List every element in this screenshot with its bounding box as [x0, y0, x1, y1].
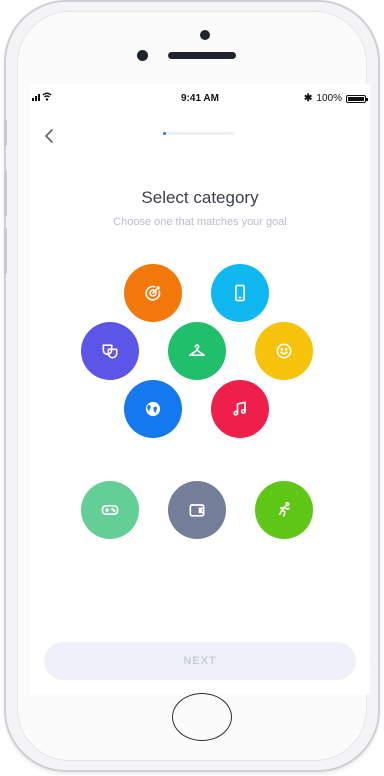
- smiley-icon: [276, 343, 292, 359]
- volume-up-button: [4, 170, 7, 216]
- category-sports[interactable]: [255, 481, 313, 539]
- wallet-icon: [189, 504, 205, 517]
- category-theater[interactable]: [81, 322, 139, 380]
- home-button[interactable]: [172, 693, 232, 741]
- music-icon: [233, 401, 246, 416]
- mute-switch: [4, 120, 7, 146]
- gamepad-icon: [101, 505, 119, 515]
- phone-icon: [235, 284, 245, 302]
- category-travel[interactable]: [124, 380, 182, 438]
- globe-icon: [145, 401, 161, 417]
- bluetooth-icon: ✱: [304, 93, 313, 104]
- runner-icon: [279, 502, 290, 517]
- app-screen: 9:41 AM ✱ 100% Select category Choose on…: [30, 84, 370, 694]
- page-title: Select category: [141, 188, 259, 207]
- status-bar: 9:41 AM ✱ 100%: [30, 84, 370, 110]
- volume-down-button: [4, 228, 7, 274]
- front-camera: [200, 30, 210, 40]
- battery-percent: 100%: [316, 93, 342, 104]
- hanger-icon: [189, 344, 205, 356]
- chevron-left-icon: [45, 129, 53, 143]
- next-button[interactable]: NEXT: [44, 642, 356, 680]
- category-target[interactable]: [124, 264, 182, 322]
- category-phone[interactable]: [211, 264, 269, 322]
- step-progress-bar: [163, 132, 235, 135]
- category-gaming[interactable]: [81, 481, 139, 539]
- page-subtitle: Choose one that matches your goal: [113, 216, 287, 228]
- earpiece-speaker: [168, 52, 236, 59]
- category-music[interactable]: [211, 380, 269, 438]
- target-icon: [145, 285, 161, 301]
- masks-icon: [102, 344, 118, 359]
- back-button[interactable]: [38, 124, 62, 148]
- status-right: ✱ 100%: [304, 93, 368, 104]
- proximity-sensor: [137, 50, 148, 61]
- phone-frame: 9:41 AM ✱ 100% Select category Choose on…: [0, 0, 384, 776]
- step-progress-fill: [163, 132, 166, 135]
- battery-icon: [346, 94, 368, 103]
- category-fashion[interactable]: [168, 322, 226, 380]
- category-finance[interactable]: [168, 481, 226, 539]
- category-lifestyle[interactable]: [255, 322, 313, 380]
